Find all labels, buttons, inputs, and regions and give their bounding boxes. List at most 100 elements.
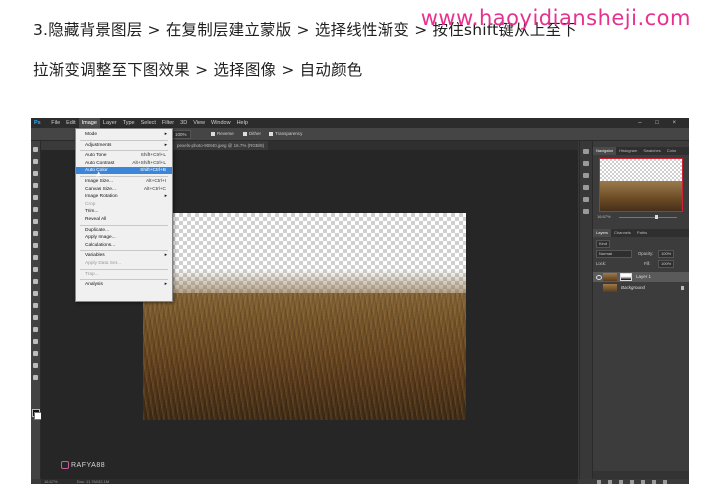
- tab-color[interactable]: Color: [664, 147, 680, 155]
- menu-item-label: Auto Tone: [85, 153, 107, 159]
- navigator-zoom-handle[interactable]: [655, 215, 658, 219]
- menu-item-calculations[interactable]: Calculations...: [76, 242, 172, 249]
- menu-item-apply-data-set[interactable]: Apply Data Set...: [76, 260, 172, 267]
- menu-separator: [80, 176, 168, 177]
- layer-row-background[interactable]: Background: [593, 283, 689, 293]
- dither-checkbox[interactable]: Dither: [243, 128, 261, 140]
- menu-select[interactable]: Select: [138, 118, 159, 128]
- menu-item-variables[interactable]: Variables ▸: [76, 252, 172, 259]
- layer-kind-filter[interactable]: Kind: [596, 240, 611, 248]
- menu-item-crop[interactable]: Crop: [76, 201, 172, 208]
- menu-separator: [80, 150, 168, 152]
- group-icon[interactable]: [641, 480, 645, 484]
- layer-opacity-input[interactable]: 100%: [658, 250, 675, 258]
- brush-panel-icon[interactable]: [583, 185, 589, 190]
- eraser-tool-icon[interactable]: [33, 267, 38, 272]
- link-layers-icon[interactable]: [597, 480, 601, 484]
- properties-icon[interactable]: [583, 161, 589, 166]
- lasso-tool-icon[interactable]: [33, 171, 38, 176]
- menu-image[interactable]: Image: [78, 118, 100, 128]
- menu-edit[interactable]: Edit: [63, 118, 78, 128]
- menu-filter[interactable]: Filter: [159, 118, 177, 128]
- eyedropper-tool-icon[interactable]: [33, 207, 38, 212]
- menu-item-label: Duplicate...: [85, 227, 109, 233]
- menu-item-trap[interactable]: Trap...: [76, 271, 172, 278]
- hand-tool-icon[interactable]: [33, 363, 38, 368]
- path-select-tool-icon[interactable]: [33, 339, 38, 344]
- opacity-input[interactable]: 100%: [171, 130, 191, 139]
- instagram-icon: [61, 461, 69, 469]
- menu-item-adjustments[interactable]: Adjustments ▸: [76, 142, 172, 149]
- checkbox-icon: [269, 131, 273, 136]
- menu-item-label: Trap...: [85, 271, 99, 277]
- reverse-checkbox[interactable]: Reverse: [211, 128, 234, 140]
- navigator-zoom-value[interactable]: 16.67%: [597, 214, 611, 219]
- add-mask-icon[interactable]: [619, 480, 623, 484]
- tab-channels[interactable]: Channels: [611, 229, 634, 237]
- healing-tool-icon[interactable]: [33, 219, 38, 224]
- layer-mask-thumbnail[interactable]: [620, 273, 632, 281]
- transparency-checkbox[interactable]: Transparency: [269, 128, 302, 140]
- menu-help[interactable]: Help: [234, 118, 251, 128]
- character-icon[interactable]: [583, 197, 589, 202]
- move-tool-icon[interactable]: [33, 147, 38, 152]
- menu-item-shortcut: Shift+Ctrl+L: [140, 153, 166, 159]
- adjustment-layer-icon[interactable]: [630, 480, 634, 484]
- quick-select-tool-icon[interactable]: [33, 183, 38, 188]
- eye-icon[interactable]: [596, 275, 602, 280]
- menu-item-auto-color[interactable]: Auto Color Shift+Ctrl+B: [76, 167, 172, 175]
- menu-item-label: Mode: [85, 132, 97, 137]
- navigator-thumbnail[interactable]: [599, 158, 683, 212]
- trash-icon[interactable]: [663, 480, 667, 484]
- tab-navigator[interactable]: Navigator: [593, 147, 617, 155]
- menu-item-trim[interactable]: Trim...: [76, 208, 172, 215]
- dodge-tool-icon[interactable]: [33, 303, 38, 308]
- menu-item-label: Image Size...: [85, 179, 113, 184]
- adjustments-icon[interactable]: [583, 173, 589, 178]
- layer-row-layer-1[interactable]: Layer 1: [593, 272, 689, 282]
- tab-histogram[interactable]: Histogram: [616, 147, 640, 155]
- menu-item-auto-tone[interactable]: Auto Tone Shift+Ctrl+L: [76, 152, 172, 159]
- layer-thumbnail: [603, 273, 617, 281]
- image-canvas[interactable]: [143, 213, 466, 420]
- menu-type[interactable]: Type: [120, 118, 138, 128]
- tab-pexels-photo[interactable]: pexels-photo-90840.jpeg @ 16.7% (RGB/8): [173, 141, 269, 150]
- marquee-tool-icon[interactable]: [33, 159, 38, 164]
- menu-item-auto-contrast[interactable]: Auto Contrast Alt+Shift+Ctrl+L: [76, 160, 172, 167]
- tab-swatches[interactable]: Swatches: [640, 147, 663, 155]
- menu-3d[interactable]: 3D: [177, 118, 190, 128]
- paragraph-icon[interactable]: [583, 209, 589, 214]
- menu-item-canvas-size[interactable]: Canvas Size... Alt+Ctrl+C: [76, 186, 172, 193]
- gradient-tool-icon[interactable]: [33, 279, 38, 284]
- menu-item-image-rotation[interactable]: Image Rotation ▸: [76, 193, 172, 200]
- fill-input[interactable]: 100%: [658, 260, 675, 268]
- brush-tool-icon[interactable]: [33, 231, 38, 236]
- pen-tool-icon[interactable]: [33, 315, 38, 320]
- menu-item-mode[interactable]: Mode ▸: [76, 131, 172, 138]
- tab-layers[interactable]: Layers: [593, 229, 612, 237]
- menu-item-analysis[interactable]: Analysis ▸: [76, 281, 172, 288]
- menu-item-duplicate[interactable]: Duplicate...: [76, 227, 172, 234]
- menu-item-apply-image[interactable]: Apply Image...: [76, 234, 172, 241]
- menu-file[interactable]: File: [48, 118, 63, 128]
- menu-layer[interactable]: Layer: [100, 118, 120, 128]
- menu-item-label: Calculations...: [85, 242, 116, 248]
- history-icon[interactable]: [583, 149, 589, 154]
- navigator-zoom-slider[interactable]: [619, 217, 677, 218]
- menu-item-image-size[interactable]: Image Size... Alt+Ctrl+I: [76, 178, 172, 185]
- fx-icon[interactable]: [608, 480, 612, 484]
- tab-paths[interactable]: Paths: [634, 229, 650, 237]
- history-brush-tool-icon[interactable]: [33, 255, 38, 260]
- blur-tool-icon[interactable]: [33, 291, 38, 296]
- new-layer-icon[interactable]: [652, 480, 656, 484]
- clone-stamp-tool-icon[interactable]: [33, 243, 38, 248]
- crop-tool-icon[interactable]: [33, 195, 38, 200]
- zoom-tool-icon[interactable]: [33, 375, 38, 380]
- menu-view[interactable]: View: [190, 118, 208, 128]
- menu-item-reveal-all[interactable]: Reveal All: [76, 216, 172, 223]
- menu-window[interactable]: Window: [208, 118, 234, 128]
- window-controls[interactable]: – □ ×: [635, 118, 685, 128]
- type-tool-icon[interactable]: [33, 327, 38, 332]
- shape-tool-icon[interactable]: [33, 351, 38, 356]
- blend-mode-select[interactable]: Normal: [596, 250, 632, 258]
